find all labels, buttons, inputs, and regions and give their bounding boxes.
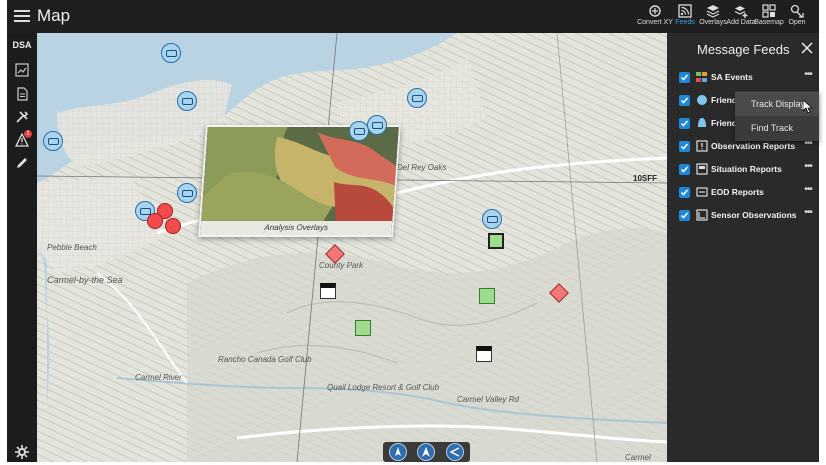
warning-button[interactable]: 1 [11,130,33,151]
place-quail-lodge: Quail Lodge Resort & Golf Club [327,383,440,392]
more-options-icon[interactable]: ••• [801,69,815,83]
left-rail: DSA 1 [7,33,37,462]
overlay-label: Analysis Overlays [200,221,393,235]
friendly-unit-marker[interactable] [161,43,181,63]
menu-item-find-track[interactable]: Find Track [735,116,819,140]
convert-xy-icon [649,5,661,17]
friendly-unit-marker[interactable] [349,121,369,141]
feed-row-sensor-observations[interactable]: Sensor Observations ••• [679,207,817,225]
top-bar: Map Convert XY Feeds Overlays Add Data B… [7,0,819,33]
friendly-unit-marker[interactable] [367,115,387,135]
neutral-unit-marker[interactable] [479,288,495,304]
hostile-unit-marker[interactable] [165,218,181,234]
more-options-icon[interactable]: ••• [801,161,815,175]
tools-button[interactable] [11,108,33,128]
feed-checkbox[interactable] [679,118,690,129]
feed-checkbox[interactable] [679,187,690,198]
friendly-unit-marker[interactable] [407,88,427,108]
alert-badge: 1 [24,130,32,138]
neutral-unit-marker[interactable] [355,320,371,336]
more-options-icon[interactable]: ••• [801,207,815,221]
north-arrow-icon[interactable] [417,443,436,461]
share-location-icon[interactable] [445,443,464,461]
place-carmel-by-the-sea: Carmel-by-the Sea [47,275,123,285]
app-window: Map Convert XY Feeds Overlays Add Data B… [7,0,819,462]
overlays-icon [706,5,720,18]
place-carmel-valley-rd: Carmel Valley Rd [457,395,519,404]
neutral-unit-marker[interactable] [488,233,504,249]
friendly-unit-marker[interactable] [177,183,197,203]
sa-events-icon [696,72,707,82]
unknown-unit-marker[interactable] [320,283,336,299]
chart-button[interactable] [11,61,33,81]
situation-icon [696,163,708,175]
mouse-cursor-icon [803,100,812,113]
friendly-bell-icon [698,118,706,127]
basemap-terrain [37,33,667,462]
overlay-heatmap [200,127,401,225]
map-view[interactable]: Carmel-by-the Sea Pebble Beach Del Rey O… [37,33,667,462]
hamburger-icon[interactable] [14,8,32,24]
pencil-icon [17,158,27,168]
friendly-circle-icon [697,95,707,105]
feed-name: Observation Reports [711,141,796,151]
place-carmel-river: Carmel River [135,373,182,382]
feed-row-eod-reports[interactable]: EOD Reports ••• [679,184,817,202]
compass-icon[interactable] [389,443,407,461]
feed-name: Sensor Observations [711,210,797,220]
basemap-icon [762,4,776,18]
feed-checkbox[interactable] [679,164,690,175]
document-button[interactable] [11,85,33,105]
app-title: Map [37,6,71,25]
close-icon[interactable] [799,40,815,56]
sensor-icon [696,209,708,221]
open-button[interactable]: Open [779,2,815,32]
feed-checkbox[interactable] [679,210,690,221]
add-data-icon [734,6,748,18]
feed-checkbox[interactable] [679,95,690,106]
pencil-button[interactable] [11,154,33,174]
grid-zone-label: 10SFF [633,174,658,183]
rail-title: DSA [12,40,32,50]
chart-icon [15,63,29,77]
feed-name: SA Events [711,72,753,82]
place-carmel: Carmel [625,453,651,462]
analysis-overlay[interactable]: Analysis Overlays [198,125,401,237]
panel-title: Message Feeds [697,42,790,57]
observation-icon [696,140,708,152]
settings-button[interactable] [11,443,33,462]
map-nav-controls [383,442,470,462]
tools-icon [16,111,29,123]
place-county-park: County Park [319,261,364,270]
place-del-rey-oaks: Del Rey Oaks [397,163,447,172]
feeds-icon [678,4,692,18]
friendly-unit-marker[interactable] [43,131,63,151]
feed-context-menu: Track Display Find Track [735,91,819,141]
eod-icon [696,187,708,197]
place-pebble-beach: Pebble Beach [47,243,97,252]
open-icon [790,4,804,18]
feed-name: Situation Reports [711,164,782,174]
open-label: Open [788,19,806,26]
feed-checkbox[interactable] [679,72,690,83]
friendly-unit-marker[interactable] [177,91,197,111]
document-icon [17,87,28,101]
feed-row-situation-reports[interactable]: Situation Reports ••• [679,161,817,179]
place-rancho-canada: Rancho Canada Golf Club [218,355,312,364]
feed-checkbox[interactable] [679,141,690,152]
unknown-unit-marker[interactable] [476,346,492,362]
more-options-icon[interactable]: ••• [801,184,815,198]
gear-icon [15,445,29,459]
feed-row-sa-events[interactable]: SA Events ••• [679,69,817,87]
feed-name: EOD Reports [711,187,764,197]
friendly-unit-marker[interactable] [482,209,502,229]
hostile-unit-marker[interactable] [147,213,163,229]
